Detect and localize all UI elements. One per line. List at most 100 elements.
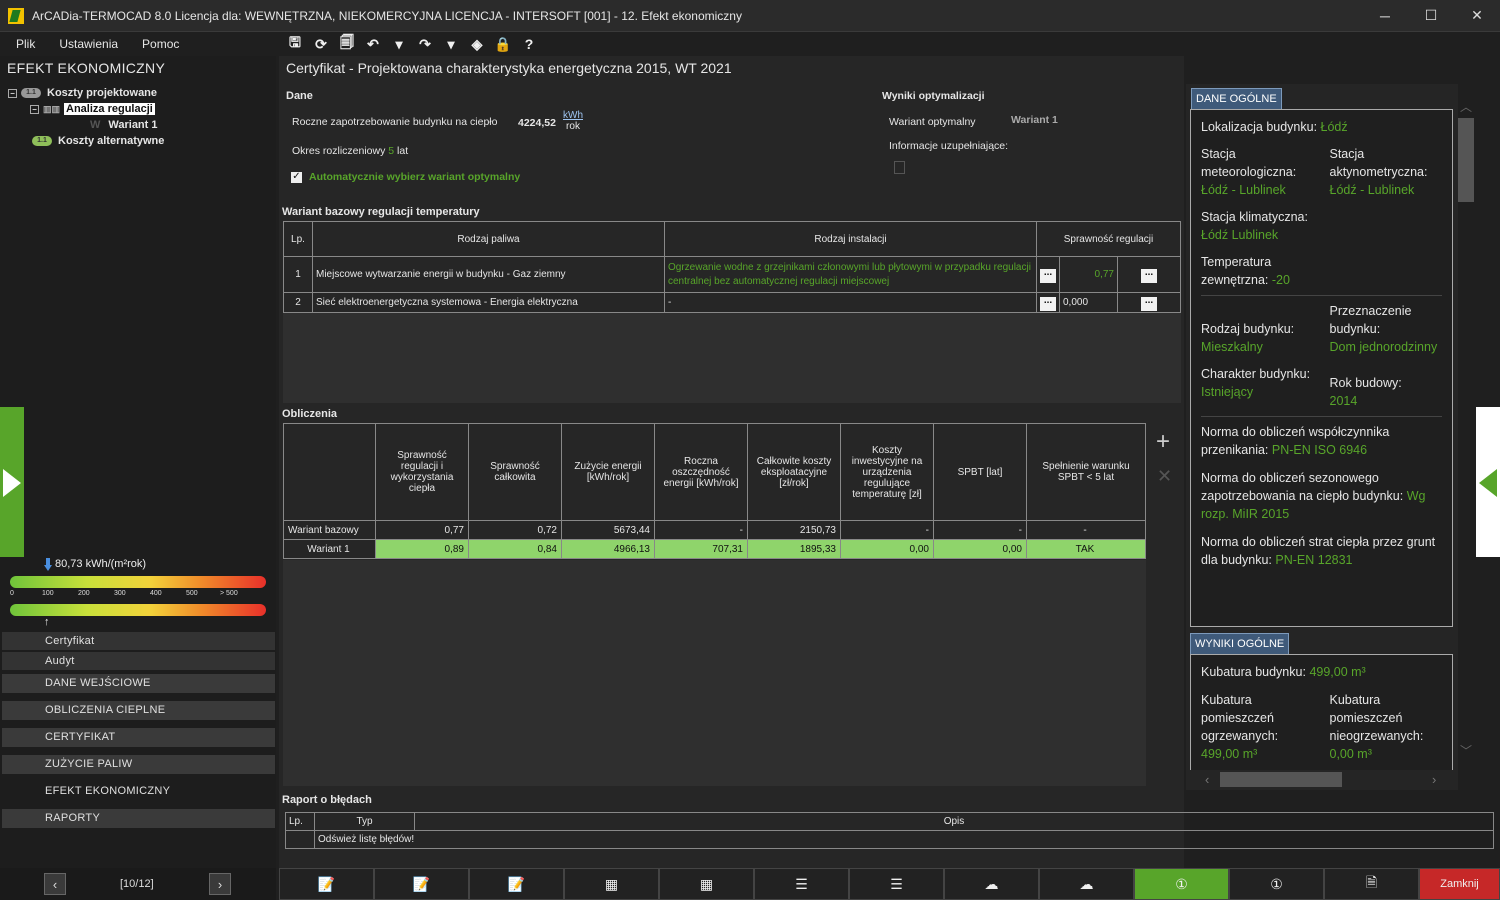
calc-table: Sprawność regulacji i wykorzystania ciep… bbox=[283, 423, 1146, 559]
purpose-value[interactable]: Dom jednorodzinny bbox=[1330, 338, 1443, 356]
norm3-value[interactable]: PN-EN 12831 bbox=[1275, 553, 1352, 567]
maximize-button[interactable]: ☐ bbox=[1408, 0, 1454, 31]
nav-cert[interactable]: Certyfikat bbox=[2, 632, 275, 650]
info-icon[interactable]: ① bbox=[1134, 868, 1229, 900]
table-row[interactable]: Wariant bazowy 0,77 0,72 5673,44-2150,73- -… bbox=[283, 520, 1146, 540]
scroll-down-icon[interactable]: ﹀ bbox=[1460, 742, 1472, 759]
nav-reports[interactable]: RAPORTY bbox=[2, 809, 275, 828]
collapse-icon[interactable]: − bbox=[8, 88, 17, 98]
refresh-errors-link[interactable]: Odśwież listę błędów! bbox=[314, 830, 1494, 849]
demand-unit: kWh rok bbox=[563, 110, 583, 132]
undo-icon[interactable]: ↶ bbox=[363, 34, 383, 54]
collapse-right-tab[interactable] bbox=[1476, 407, 1500, 557]
add-variant-button[interactable]: + bbox=[1156, 428, 1170, 456]
calc-header: Obliczenia bbox=[282, 408, 338, 420]
results-header: WYNIKI OGÓLNE bbox=[1190, 633, 1290, 655]
scroll-right-icon[interactable]: › bbox=[1432, 772, 1436, 787]
menu-file[interactable]: Plik bbox=[16, 37, 35, 51]
document-icon[interactable] bbox=[894, 161, 905, 174]
list-icon[interactable]: ☰ bbox=[754, 868, 849, 900]
location-value[interactable]: Łódź bbox=[1321, 120, 1348, 134]
window-title: ArCADia-TERMOCAD 8.0 Licencja dla: WEWNĘ… bbox=[32, 8, 742, 23]
collapse-left-tab[interactable] bbox=[0, 407, 24, 557]
calc-table-empty bbox=[283, 560, 1146, 786]
minimize-button[interactable]: ─ bbox=[1362, 0, 1408, 31]
general-box: Lokalizacja budynku: Łódź Stacja meteoro… bbox=[1190, 109, 1453, 627]
table-row[interactable]: 1 Miejscowe wytwarzanie energii w budynk… bbox=[283, 256, 1181, 293]
nav-audit[interactable]: Audyt bbox=[2, 652, 275, 670]
eff-picker-button[interactable]: ... bbox=[1141, 295, 1157, 311]
nav-input[interactable]: DANE WEJŚCIOWE bbox=[2, 674, 275, 693]
next-page-button[interactable]: › bbox=[209, 873, 231, 895]
edit-doc-icon[interactable]: 📝 bbox=[279, 868, 374, 900]
scroll-up-icon[interactable]: ︿ bbox=[1460, 98, 1472, 115]
actino-value[interactable]: Łódź - Lublinek bbox=[1330, 181, 1443, 199]
save-as-icon[interactable]: 🗐 bbox=[337, 34, 357, 54]
nav-heat[interactable]: OBLICZENIA CIEPLNE bbox=[2, 701, 275, 720]
table-row[interactable]: 2 Sieć elektroenergetyczna systemowa - E… bbox=[283, 292, 1181, 313]
tree-item-analysis[interactable]: − ▥▥ Analiza regulacji bbox=[8, 101, 164, 117]
table-row[interactable]: Odśwież listę błędów! bbox=[285, 830, 1494, 849]
edit-doc-icon[interactable]: 📝 bbox=[469, 868, 564, 900]
energy-value: 80,73 kWh/(m²rok) bbox=[55, 558, 147, 570]
remove-variant-button[interactable]: ✕ bbox=[1157, 466, 1172, 487]
menu-bar: Plik Ustawienia Pomoc bbox=[0, 32, 1500, 56]
energy-ticks: 0 100 200 300 400 500 > 500 bbox=[10, 590, 238, 597]
year-value[interactable]: 2014 bbox=[1330, 392, 1443, 410]
arrow-right-icon bbox=[3, 469, 21, 497]
nav-certificate[interactable]: CERTYFIKAT bbox=[2, 728, 275, 747]
menu-settings[interactable]: Ustawienia bbox=[59, 37, 118, 51]
close-window-button[interactable]: ✕ bbox=[1454, 0, 1500, 31]
prev-page-button[interactable]: ‹ bbox=[44, 873, 66, 895]
tree-item-variant1[interactable]: W Wariant 1 bbox=[8, 117, 164, 133]
cloud-icon[interactable]: ☁ bbox=[1039, 868, 1134, 900]
table-icon[interactable]: ▦ bbox=[659, 868, 754, 900]
layers-icon[interactable]: ◈ bbox=[467, 34, 487, 54]
optim-value: Wariant 1 bbox=[1011, 114, 1058, 126]
lock-icon[interactable]: 🔒 bbox=[493, 34, 513, 54]
title-bar: ArCADia-TERMOCAD 8.0 Licencja dla: WEWNĘ… bbox=[0, 0, 1500, 32]
period-value[interactable]: 5 bbox=[388, 145, 394, 157]
redo-icon[interactable]: ↷ bbox=[415, 34, 435, 54]
demand-value: 4224,52 bbox=[518, 117, 556, 129]
horizontal-scrollbar[interactable] bbox=[1220, 772, 1342, 787]
unheated-value: 0,00 m³ bbox=[1329, 747, 1372, 761]
demand-label: Roczne zapotrzebowanie budynku na ciepło bbox=[292, 116, 498, 128]
type-value[interactable]: Mieszkalny bbox=[1201, 338, 1322, 356]
optim-label: Wariant optymalny bbox=[889, 116, 976, 128]
character-value[interactable]: Istniejący bbox=[1201, 383, 1322, 401]
toolbar: 🖫 ⟳ 🗐 ↶ ▾ ↷ ▾ ◈ 🔒 ? bbox=[285, 34, 539, 54]
edit-doc-icon[interactable]: 📝 bbox=[374, 868, 469, 900]
temp-value[interactable]: -20 bbox=[1272, 273, 1290, 287]
nav-fuel[interactable]: ZUŻYCIE PALIW bbox=[2, 755, 275, 774]
list-icon[interactable]: ☰ bbox=[849, 868, 944, 900]
menu-help[interactable]: Pomoc bbox=[142, 37, 179, 51]
report-icon[interactable]: 🗎 bbox=[1324, 868, 1419, 900]
climate-value[interactable]: Łódź Lublinek bbox=[1201, 226, 1311, 244]
table-row[interactable]: Wariant 1 0,89 0,84 4966,13 707,31 1895,33 0,… bbox=[283, 539, 1146, 559]
refresh-icon[interactable]: ⟳ bbox=[311, 34, 331, 54]
page-title: Certyfikat - Projektowana charakterystyk… bbox=[286, 60, 732, 76]
vertical-scrollbar[interactable] bbox=[1458, 118, 1474, 202]
install-picker-button[interactable]: ... bbox=[1040, 267, 1056, 283]
table-icon[interactable]: ▦ bbox=[564, 868, 659, 900]
tree-item-projected[interactable]: −1.1 Koszty projektowane bbox=[8, 85, 164, 101]
close-button[interactable]: Zamknij bbox=[1419, 868, 1500, 900]
norm1-value[interactable]: PN-EN ISO 6946 bbox=[1272, 443, 1367, 457]
eff-picker-button[interactable]: ... bbox=[1141, 267, 1157, 283]
undo-dropdown-icon[interactable]: ▾ bbox=[389, 34, 409, 54]
meteo-value[interactable]: Łódź - Lublinek bbox=[1201, 181, 1322, 199]
save-icon[interactable]: 🖫 bbox=[285, 34, 305, 54]
nav-eco[interactable]: EFEKT EKONOMICZNY bbox=[2, 782, 275, 801]
install-picker-button[interactable]: ... bbox=[1040, 295, 1056, 311]
redo-dropdown-icon[interactable]: ▾ bbox=[441, 34, 461, 54]
cloud-icon[interactable]: ☁ bbox=[944, 868, 1039, 900]
scroll-left-icon[interactable]: ‹ bbox=[1205, 772, 1209, 787]
info-icon[interactable]: ① bbox=[1229, 868, 1324, 900]
auto-checkbox[interactable]: ✓ bbox=[291, 172, 302, 183]
regulation-icon: ▥▥ bbox=[43, 103, 61, 114]
help-icon[interactable]: ? bbox=[519, 34, 539, 54]
tree-item-alternative[interactable]: 1.1 Koszty alternatywne bbox=[8, 133, 164, 149]
collapse-icon[interactable]: − bbox=[30, 104, 39, 114]
dane-header: Dane bbox=[286, 90, 313, 102]
